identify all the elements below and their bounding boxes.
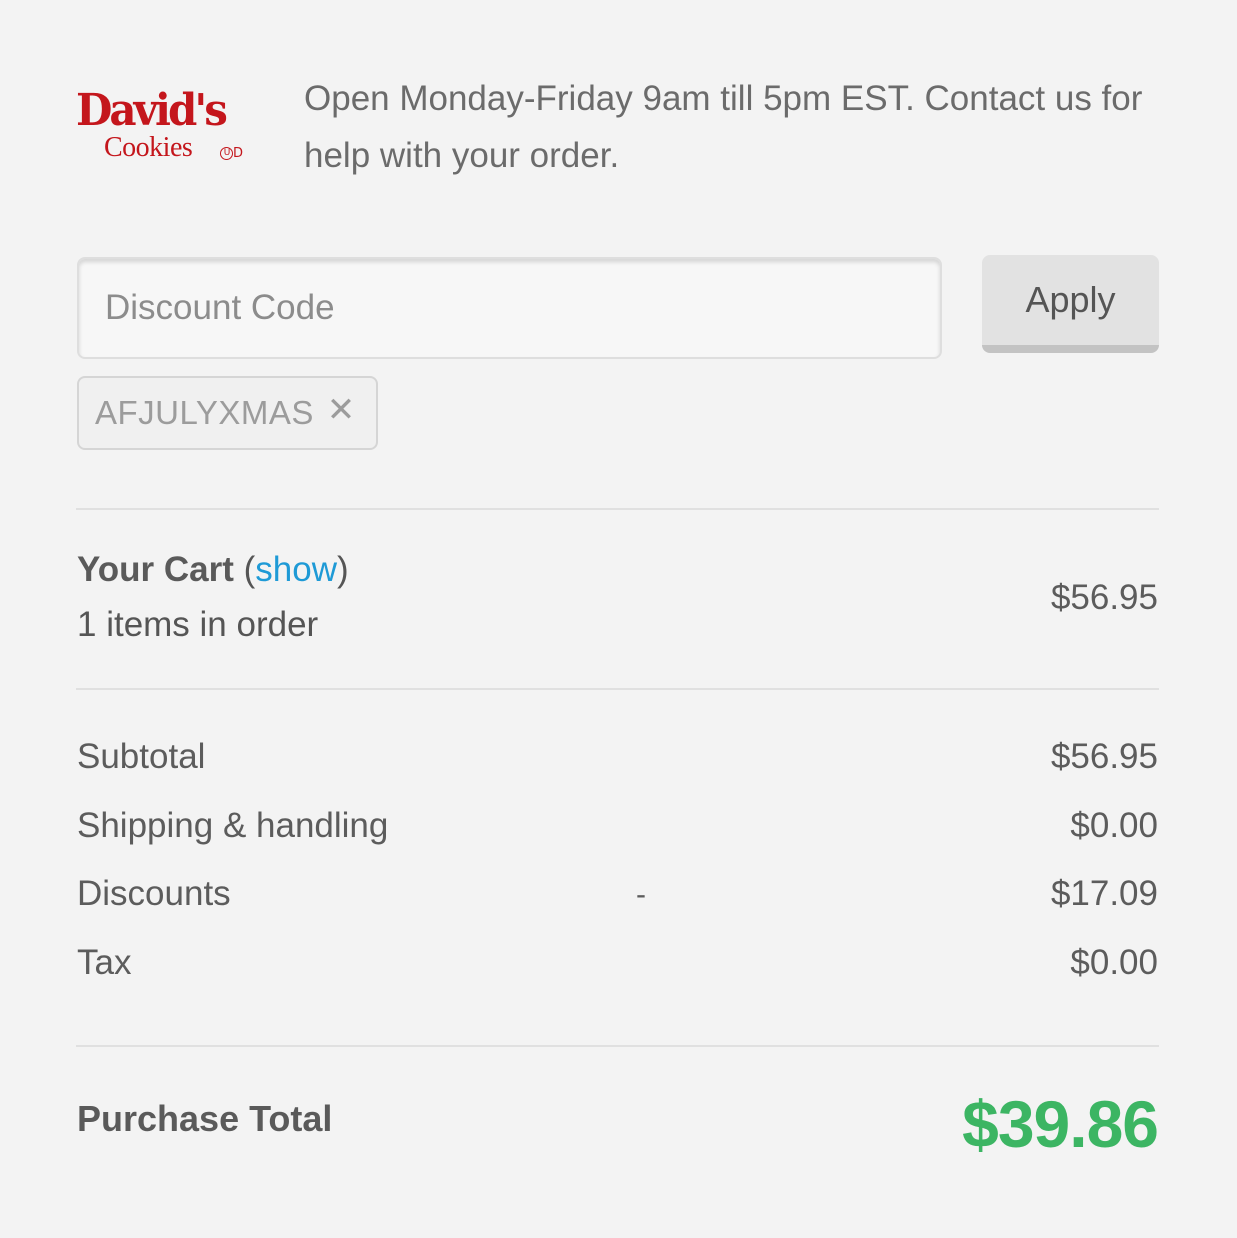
discounts-label: Discounts <box>77 874 231 913</box>
divider <box>76 508 1159 510</box>
discounts-minus-sign: - <box>636 878 646 911</box>
purchase-total-value: $39.86 <box>962 1087 1159 1161</box>
cart-heading: Your Cart (show) <box>77 550 349 589</box>
logo-brand-text: David's <box>76 83 228 136</box>
subtotal-label: Subtotal <box>77 737 206 776</box>
cart-price: $56.95 <box>1050 578 1158 617</box>
discounts-value: $17.09 <box>1050 874 1158 913</box>
subtotal-value: $56.95 <box>1050 737 1158 776</box>
discount-code-input[interactable] <box>77 257 942 359</box>
divider <box>76 1045 1159 1047</box>
logo-sub-text: Cookies <box>104 132 193 163</box>
applied-discount-tag: AFJULYXMAS ✕ <box>77 376 378 450</box>
apply-discount-button[interactable]: Apply <box>982 255 1159 353</box>
kosher-ou-mark-icon: UD <box>220 146 243 161</box>
divider <box>76 688 1159 690</box>
checkout-summary-page: David's Cookies UD Open Monday-Friday 9a… <box>0 0 1237 1238</box>
tax-value: $0.00 <box>1070 943 1158 982</box>
shipping-value: $0.00 <box>1070 806 1158 845</box>
cart-items-count: 1 items in order <box>77 605 319 644</box>
tax-label: Tax <box>77 943 132 982</box>
cart-title: Your Cart <box>77 550 234 589</box>
store-hours-text: Open Monday-Friday 9am till 5pm EST. Con… <box>304 79 1143 175</box>
purchase-total-label: Purchase Total <box>77 1098 333 1139</box>
show-cart-link[interactable]: show <box>255 550 337 589</box>
remove-discount-close-icon[interactable]: ✕ <box>326 390 356 430</box>
shipping-label: Shipping & handling <box>77 806 389 845</box>
davids-cookies-logo: David's Cookies UD <box>74 86 254 166</box>
applied-discount-code: AFJULYXMAS <box>95 394 314 431</box>
